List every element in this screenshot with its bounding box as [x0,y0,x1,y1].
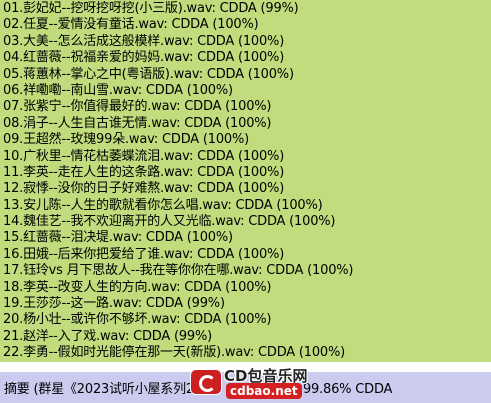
track-row[interactable]: 03.大美--怎么活成这般模样.wav: CDDA (100%) [3,34,491,50]
track-row[interactable]: 17.钰玲vs 月下思故人--我在等你你在哪.wav: CDDA (100%) [3,263,491,279]
track-row[interactable]: 22.李勇--假如时光能停在那一天(新版).wav: CDDA (100%) [3,345,491,361]
track-row[interactable]: 06.祥嘞嘞--南山雪.wav: CDDA (100%) [3,83,491,99]
track-row[interactable]: 13.安儿陈--人生的歌就看你怎么唱.wav: CDDA (100%) [3,198,491,214]
track-row[interactable]: 10.广秋里--情花枯萎蝶流泪.wav: CDDA (100%) [3,149,491,165]
watermark-site-url: cdbao.net [226,383,302,399]
track-row[interactable]: 02.任夏--爱情没有童话.wav: CDDA (100%) [3,17,491,33]
track-row[interactable]: 09.王超然--玫瑰99朵.wav: CDDA (100%) [3,132,491,148]
track-row[interactable]: 15.红蔷薇--泪决堤.wav: CDDA (100%) [3,230,491,246]
track-row[interactable]: 01.彭妃妃--挖呀挖呀挖(小三版).wav: CDDA (99%) [3,1,491,17]
track-row[interactable]: 11.李英--走在人生的这条路.wav: CDDA (100%) [3,165,491,181]
site-watermark: CD包音乐网 cdbao.net [190,363,330,403]
track-row[interactable]: 05.蒋蕙林--掌心之中(粤语版).wav: CDDA (100%) [3,67,491,83]
track-row[interactable]: 12.寂悸--没你的日子好难熬.wav: CDDA (100%) [3,181,491,197]
track-row[interactable]: 14.魏佳艺--我不欢迎离开的人又光临.wav: CDDA (100%) [3,214,491,230]
track-row[interactable]: 16.田娥--后来你把爱给了谁.wav: CDDA (100%) [3,247,491,263]
track-row[interactable]: 19.王莎莎--这一路.wav: CDDA (99%) [3,296,491,312]
track-row[interactable]: 20.杨小壮--或许你不够坏.wav: CDDA (100%) [3,312,491,328]
track-list[interactable]: 01.彭妃妃--挖呀挖呀挖(小三版).wav: CDDA (99%) 02.任夏-… [0,0,491,362]
track-row[interactable]: 04.红蔷薇--祝福亲爱的妈妈.wav: CDDA (100%) [3,50,491,66]
summary-text: 摘要 (群星《2023试听小屋系列2 [4,382,194,397]
track-row[interactable]: 21.赵洋--入了戏.wav: CDDA (99%) [3,329,491,345]
track-row[interactable]: 18.李英--改变人生的方向.wav: CDDA (100%) [3,280,491,296]
track-results-panel[interactable]: 01.彭妃妃--挖呀挖呀挖(小三版).wav: CDDA (99%) 02.任夏-… [0,0,491,362]
watermark-logo-icon [190,369,222,395]
track-row[interactable]: 08.涓子--人生自古谁无情.wav: CDDA (100%) [3,116,491,132]
track-row[interactable]: 07.张紫宁--你值得最好的.wav: CDDA (100%) [3,99,491,115]
